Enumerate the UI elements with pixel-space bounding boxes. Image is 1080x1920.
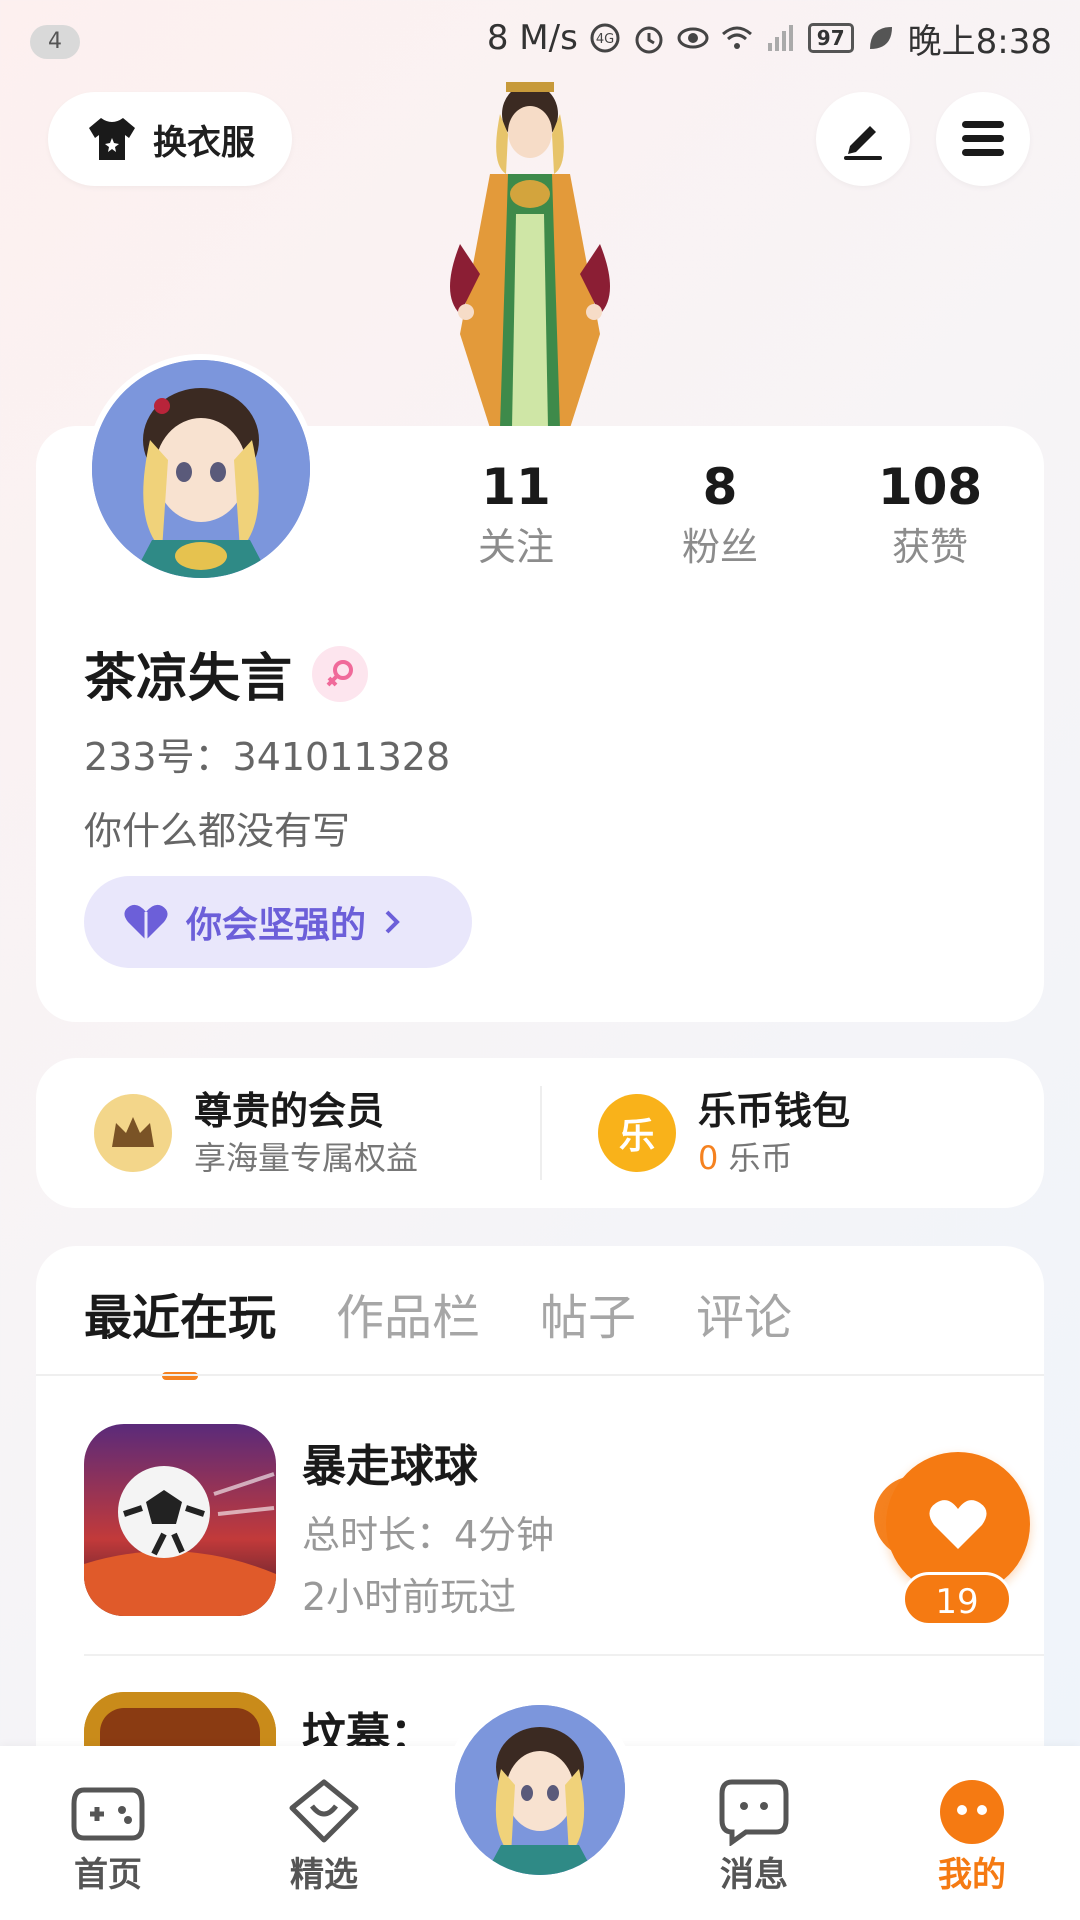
pencil-icon	[844, 126, 882, 160]
coin-balance: 0 乐币	[698, 1136, 850, 1180]
coin-amount: 0	[698, 1139, 719, 1177]
profile-face-icon	[940, 1780, 1004, 1844]
nav-me-label: 我的	[938, 1855, 1006, 1895]
signal-icon	[767, 25, 793, 51]
mood-tag-label: 你会坚强的	[186, 905, 367, 946]
message-icon	[719, 1779, 789, 1847]
membership-wallet-card: 尊贵的会员 享海量专属权益 乐 乐币钱包 0 乐币	[36, 1058, 1044, 1208]
game-last-played: 2小时前玩过	[302, 1575, 517, 1619]
row-divider	[84, 1654, 1044, 1656]
nav-avatar-center[interactable]	[444, 1694, 636, 1886]
battery-indicator: 97	[807, 23, 854, 53]
stat-label: 关注	[477, 525, 554, 569]
wifi-icon	[721, 26, 752, 49]
stat-likes[interactable]: 108 获赞	[840, 452, 1020, 572]
stat-value: 108	[877, 458, 983, 516]
game-list-item[interactable]: 暴走球球 总时长：4分钟 2小时前玩过 玩	[84, 1424, 1024, 1620]
game-title: 暴走球球	[302, 1441, 478, 1492]
name-row: 茶凉失言	[84, 636, 369, 711]
status-left: 4	[30, 17, 80, 59]
avatar-character-figure[interactable]	[420, 74, 640, 428]
user-bio: 你什么都没有写	[84, 809, 351, 853]
menu-button[interactable]	[936, 92, 1030, 186]
profile-tabs: 最近在玩 作品栏 帖子 评论	[84, 1278, 792, 1380]
edit-profile-button[interactable]	[816, 92, 910, 186]
nav-home[interactable]: 首页	[48, 1776, 168, 1900]
status-bar: 4 8 M/s 4G 97 晚上8:38	[0, 0, 1080, 76]
coin-icon: 乐	[598, 1094, 676, 1172]
vip-subtitle: 享海量专属权益	[194, 1139, 419, 1177]
nav-messages-label: 消息	[720, 1855, 788, 1895]
tab-comments[interactable]: 评论	[696, 1278, 792, 1358]
net-speed: 8 M/s	[486, 18, 578, 58]
like-count-badge: 19	[902, 1572, 1012, 1626]
hamburger-icon	[962, 121, 1004, 156]
status-time: 晚上8:38	[907, 21, 1052, 62]
nav-messages[interactable]: 消息	[694, 1776, 814, 1900]
heart-chat-icon	[289, 1779, 359, 1843]
crown-icon	[94, 1094, 172, 1172]
heart-icon	[124, 904, 168, 940]
tab-recent-played[interactable]: 最近在玩	[84, 1278, 276, 1380]
tabs-divider	[36, 1374, 1044, 1376]
gamepad-icon	[71, 1787, 145, 1841]
heart-icon	[929, 1500, 987, 1549]
alarm-icon	[635, 26, 663, 54]
stat-followers[interactable]: 8 粉丝	[630, 452, 810, 572]
female-icon	[326, 659, 354, 686]
avatar[interactable]	[86, 354, 316, 584]
eye-icon	[677, 27, 709, 49]
nav-featured-label: 精选	[290, 1855, 358, 1895]
vip-membership-entry[interactable]: 尊贵的会员 享海量专属权益	[36, 1058, 540, 1208]
leaf-icon	[869, 27, 892, 49]
chevron-right-icon	[385, 910, 400, 934]
vip-title: 尊贵的会员	[194, 1089, 385, 1133]
coin-wallet-entry[interactable]: 乐 乐币钱包 0 乐币	[540, 1058, 1044, 1208]
nav-avatar-image	[455, 1705, 625, 1875]
stat-value: 8	[702, 458, 738, 516]
tab-works[interactable]: 作品栏	[336, 1278, 480, 1358]
mood-tag-button[interactable]: 你会坚强的	[84, 876, 472, 968]
stat-label: 获赞	[891, 525, 968, 569]
stat-label: 粉丝	[681, 525, 758, 569]
status-right: 8 M/s 4G 97 晚上8:38	[487, 14, 1052, 63]
username: 茶凉失言	[84, 649, 293, 709]
change-outfit-label: 换衣服	[153, 122, 255, 163]
change-outfit-button[interactable]: 换衣服	[48, 92, 292, 186]
nav-me[interactable]: 我的	[912, 1776, 1032, 1900]
nav-home-label: 首页	[74, 1855, 142, 1895]
coin-unit: 乐币	[728, 1139, 793, 1177]
gender-badge	[312, 645, 369, 702]
user-id: 233号：341011328	[84, 735, 451, 779]
notification-count-badge: 4	[30, 25, 80, 59]
avatar-portrait	[92, 360, 310, 578]
data-saver-icon: 4G	[590, 23, 620, 53]
coin-wallet-title: 乐币钱包	[698, 1089, 851, 1133]
tab-posts[interactable]: 帖子	[540, 1278, 636, 1358]
stat-value: 11	[481, 458, 551, 516]
stat-following[interactable]: 11 关注	[426, 452, 606, 572]
tshirt-icon	[89, 118, 135, 160]
game-thumbnail	[84, 1424, 276, 1616]
nav-featured[interactable]: 精选	[264, 1776, 384, 1900]
game-total-time: 总时长：4分钟	[302, 1513, 555, 1557]
coin-icon-glyph: 乐	[618, 1116, 655, 1157]
svg-text:4G: 4G	[596, 32, 614, 47]
